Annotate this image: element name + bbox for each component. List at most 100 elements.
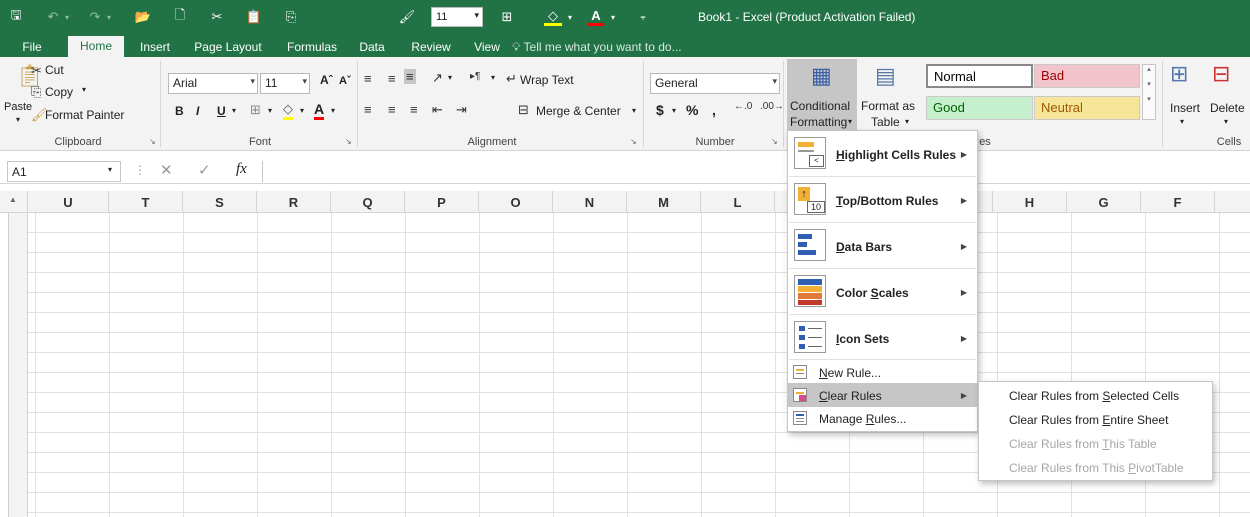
delete-button[interactable]: Delete <box>1210 101 1245 115</box>
format-painter-icon[interactable]: 🖌 <box>398 8 416 26</box>
menu-item-color-scales[interactable]: Color Scales ▶ <box>788 271 977 311</box>
fill-color-icon[interactable]: ◇ <box>283 101 293 120</box>
orientation-icon[interactable]: ↗ <box>432 70 443 86</box>
column-header[interactable]: R <box>257 191 331 213</box>
name-box[interactable]: A1 ▾ <box>7 161 121 182</box>
chevron-down-icon[interactable]: ▾ <box>300 106 304 115</box>
redo-dropdown-icon[interactable]: ▾ <box>104 8 114 26</box>
qa-font-size-box[interactable]: 11 ▾ <box>431 7 483 27</box>
menu-item-icon-sets[interactable]: Icon Sets ▶ <box>788 317 977 357</box>
cut-button[interactable]: Cut <box>45 63 64 77</box>
chevron-down-icon[interactable]: ▾ <box>448 73 452 82</box>
style-normal[interactable]: Normal <box>926 64 1033 88</box>
cancel-icon[interactable]: ✕ <box>160 161 173 179</box>
tab-view[interactable]: View <box>468 38 506 57</box>
tab-file[interactable]: File <box>14 38 50 57</box>
dialog-launcher-icon[interactable]: ↘ <box>149 137 156 146</box>
undo-dropdown-icon[interactable]: ▾ <box>62 8 72 26</box>
top-align-icon[interactable]: ≡ <box>364 71 372 86</box>
enter-icon[interactable]: ✓ <box>198 161 211 179</box>
font-size-box[interactable]: 11 ▾ <box>260 73 310 94</box>
column-header[interactable]: P <box>405 191 479 213</box>
decrease-indent-icon[interactable]: ⇤ <box>432 102 443 118</box>
border-icon[interactable]: ⊞ <box>498 8 516 26</box>
chevron-down-icon[interactable]: ▾ <box>632 106 636 115</box>
chevron-down-icon[interactable]: ▾ <box>1147 81 1151 88</box>
bottom-align-icon[interactable]: ≡ <box>404 69 416 84</box>
column-header[interactable]: Q <box>331 191 405 213</box>
style-bad[interactable]: Bad <box>1034 64 1140 88</box>
chevron-down-icon[interactable]: ▾ <box>608 8 618 26</box>
style-neutral[interactable]: Neutral <box>1034 96 1140 120</box>
more-icon[interactable]: ▾ <box>1147 96 1151 103</box>
chevron-down-icon[interactable]: ▾ <box>16 115 20 124</box>
styles-scroll[interactable]: ▴ ▾ ▾ <box>1142 64 1156 120</box>
middle-align-icon[interactable]: ≡ <box>388 71 396 86</box>
chevron-down-icon[interactable]: ▾ <box>232 106 236 115</box>
menu-item-new-rule[interactable]: New Rule... <box>788 361 977 383</box>
italic-button[interactable]: I <box>196 104 199 118</box>
currency-button[interactable]: $ <box>656 102 664 118</box>
menu-item-clear-rules[interactable]: Clear Rules ▶ <box>788 383 977 407</box>
font-color-icon[interactable]: A <box>588 8 604 26</box>
chevron-down-icon[interactable]: ▾ <box>1224 117 1228 126</box>
rtl-icon[interactable]: ▸¶ <box>470 71 480 82</box>
border-icon[interactable]: ⊞ <box>250 102 261 118</box>
tab-page-layout[interactable]: Page Layout <box>188 38 268 57</box>
increase-decimal-icon[interactable]: ←.0 <box>734 101 752 112</box>
undo-icon[interactable]: ↶ <box>44 8 62 26</box>
number-format-box[interactable]: General ▾ <box>650 73 780 94</box>
decrease-font-icon[interactable]: Aˇ <box>339 75 351 87</box>
menu-item-top-bottom-rules[interactable]: ↑ 10 Top/Bottom Rules ▶ <box>788 179 977 219</box>
font-name-box[interactable]: Arial ▾ <box>168 73 258 94</box>
row-header-strip[interactable] <box>8 213 28 517</box>
chevron-down-icon[interactable]: ▾ <box>82 85 86 94</box>
chevron-up-icon[interactable]: ▴ <box>1147 66 1151 73</box>
tab-home[interactable]: Home <box>68 36 124 57</box>
chevron-down-icon[interactable]: ▾ <box>268 106 272 115</box>
copy-icon[interactable]: ⎘ <box>282 8 300 26</box>
format-painter-button[interactable]: Format Painter <box>45 108 124 122</box>
decrease-decimal-icon[interactable]: .00→ <box>760 101 784 112</box>
formula-input[interactable] <box>262 161 1250 182</box>
delete-cells-icon[interactable]: ⊟ <box>1212 61 1230 87</box>
copy-button[interactable]: Copy <box>45 85 73 99</box>
chevron-down-icon[interactable]: ▾ <box>331 106 335 115</box>
paste-button[interactable]: Paste <box>4 101 32 113</box>
cut-icon[interactable]: ✂ <box>208 8 226 26</box>
align-right-icon[interactable]: ≡ <box>410 102 418 117</box>
insert-function-icon[interactable]: fx <box>236 161 247 178</box>
column-header[interactable]: N <box>553 191 627 213</box>
menu-item-clear-entire-sheet[interactable]: Clear Rules from Entire Sheet <box>1009 413 1168 427</box>
comma-button[interactable]: , <box>712 102 716 118</box>
paste-icon[interactable]: 📋 <box>245 8 263 26</box>
save-icon[interactable]: 🖫 <box>8 7 24 26</box>
tab-insert[interactable]: Insert <box>134 38 176 57</box>
column-header[interactable]: O <box>479 191 553 213</box>
menu-item-highlight-cells-rules[interactable]: < Highlight Cells Rules ▶ <box>788 133 977 173</box>
select-all-corner[interactable]: ▲ <box>0 191 28 213</box>
merge-center-button[interactable]: Merge & Center <box>536 104 621 118</box>
menu-item-manage-rules[interactable]: Manage Rules... <box>788 407 977 429</box>
redo-icon[interactable]: ↷ <box>86 8 104 26</box>
insert-button[interactable]: Insert <box>1170 101 1200 115</box>
column-header[interactable]: L <box>701 191 775 213</box>
chevron-down-icon[interactable]: ▾ <box>1180 117 1184 126</box>
column-header[interactable]: U <box>28 191 109 213</box>
percent-button[interactable]: % <box>686 102 698 118</box>
chevron-down-icon[interactable]: ▾ <box>491 73 495 82</box>
dialog-launcher-icon[interactable]: ↘ <box>630 137 637 146</box>
column-header[interactable]: G <box>1067 191 1141 213</box>
dialog-launcher-icon[interactable]: ↘ <box>345 137 352 146</box>
bold-button[interactable]: B <box>175 104 184 118</box>
align-left-icon[interactable]: ≡ <box>364 102 372 117</box>
tab-data[interactable]: Data <box>354 38 390 57</box>
new-icon[interactable]: 🗋 <box>171 7 189 26</box>
chevron-down-icon[interactable]: ▾ <box>565 8 575 26</box>
tab-review[interactable]: Review <box>404 38 458 57</box>
format-as-table-button[interactable]: ▤ Format as Table ▾ <box>859 59 923 133</box>
menu-item-data-bars[interactable]: Data Bars ▶ <box>788 225 977 265</box>
insert-cells-icon[interactable]: ⊞ <box>1170 61 1188 87</box>
column-header[interactable]: H <box>993 191 1067 213</box>
style-good[interactable]: Good <box>926 96 1033 120</box>
